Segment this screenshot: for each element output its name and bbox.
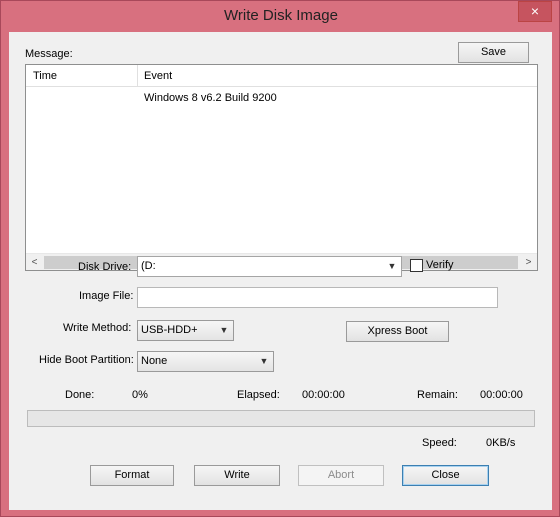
- window-title: Write Disk Image: [224, 7, 338, 24]
- remain-value: 00:00:00: [480, 389, 523, 401]
- elapsed-label: Elapsed:: [237, 389, 280, 401]
- abort-button[interactable]: Abort: [298, 465, 384, 486]
- dialog-body: Message: Save Time Event Windows 8 v6.2 …: [9, 32, 552, 510]
- verify-label: Verify: [426, 259, 454, 271]
- scroll-right-icon[interactable]: >: [520, 254, 537, 271]
- hide-boot-partition-label: Hide Boot Partition:: [39, 354, 134, 366]
- xpress-boot-button[interactable]: Xpress Boot: [346, 321, 449, 342]
- speed-label: Speed:: [422, 437, 457, 449]
- column-header-event[interactable]: Event: [137, 65, 537, 87]
- write-method-label: Write Method:: [63, 322, 132, 334]
- done-value: 0%: [132, 389, 148, 401]
- remain-label: Remain:: [417, 389, 458, 401]
- scroll-left-icon[interactable]: <: [26, 254, 43, 271]
- chevron-down-icon: ▼: [387, 261, 397, 271]
- message-label: Message:: [25, 48, 73, 60]
- hide-boot-partition-value: None: [141, 355, 168, 367]
- log-event-cell: Windows 8 v6.2 Build 9200: [144, 92, 277, 104]
- write-disk-image-window: Write Disk Image × Message: Save Time Ev…: [0, 0, 560, 517]
- disk-drive-select[interactable]: (D: ▼: [137, 256, 402, 277]
- log-row[interactable]: Windows 8 v6.2 Build 9200: [26, 88, 537, 108]
- save-button[interactable]: Save: [458, 42, 529, 63]
- event-log-list[interactable]: Time Event Windows 8 v6.2 Build 9200 < >: [25, 64, 538, 271]
- column-header-time[interactable]: Time: [26, 65, 137, 87]
- elapsed-value: 00:00:00: [302, 389, 345, 401]
- format-button[interactable]: Format: [90, 465, 174, 486]
- write-method-select[interactable]: USB-HDD+ ▼: [137, 320, 234, 341]
- write-method-value: USB-HDD+: [141, 324, 198, 336]
- chevron-down-icon: ▼: [219, 325, 229, 335]
- log-header: Time Event: [26, 65, 537, 87]
- close-button[interactable]: Close: [402, 465, 489, 486]
- verify-checkbox[interactable]: [410, 259, 423, 272]
- write-button[interactable]: Write: [194, 465, 280, 486]
- done-label: Done:: [65, 389, 95, 401]
- image-file-label: Image File:: [79, 290, 134, 302]
- write-progress-bar: [27, 410, 535, 427]
- chevron-down-icon: ▼: [259, 356, 269, 366]
- disk-drive-label: Disk Drive:: [78, 261, 132, 273]
- speed-value: 0KB/s: [486, 437, 516, 449]
- image-file-field[interactable]: [137, 287, 498, 308]
- disk-drive-value: (D:: [141, 260, 156, 272]
- window-close-icon[interactable]: ×: [518, 1, 552, 22]
- log-time-cell: [33, 88, 133, 108]
- title-bar[interactable]: Write Disk Image ×: [1, 1, 560, 33]
- hide-boot-partition-select[interactable]: None ▼: [137, 351, 274, 372]
